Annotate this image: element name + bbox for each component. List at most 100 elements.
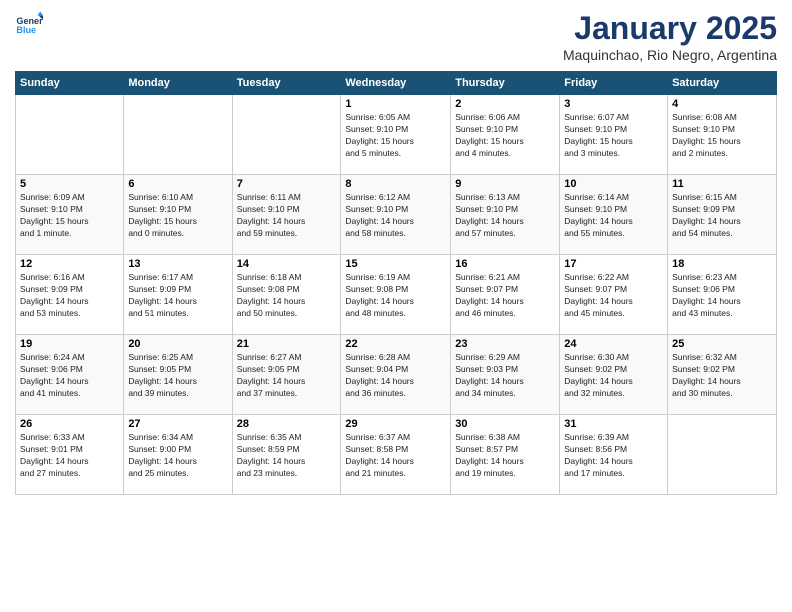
day-info: Sunrise: 6:06 AM Sunset: 9:10 PM Dayligh… <box>455 112 555 160</box>
calendar-cell: 31Sunrise: 6:39 AM Sunset: 8:56 PM Dayli… <box>560 415 668 495</box>
calendar-cell: 8 Sunrise: 6:12 AM Sunset: 9:10 PM Daylig… <box>341 175 451 255</box>
day-info: Sunrise: 6:13 AM Sunset: 9:10 PM Dayligh… <box>455 192 555 240</box>
day-info: Sunrise: 6:34 AM Sunset: 9:00 PM Dayligh… <box>128 432 227 480</box>
calendar-cell: 16 Sunrise: 6:21 AM Sunset: 9:07 PM Dayli… <box>451 255 560 335</box>
day-number: 23 <box>455 338 555 350</box>
calendar-cell: 24 Sunrise: 6:30 AM Sunset: 9:02 PM Dayli… <box>560 335 668 415</box>
calendar-cell <box>16 95 124 175</box>
day-number: 14 <box>237 258 337 270</box>
calendar-cell: 30 Sunrise: 6:38 AM Sunset: 8:57 PM Dayli… <box>451 415 560 495</box>
calendar-table: SundayMondayTuesdayWednesdayThursdayFrid… <box>15 71 777 495</box>
calendar-cell: 9 Sunrise: 6:13 AM Sunset: 9:10 PM Daylig… <box>451 175 560 255</box>
day-number: 9 <box>455 178 555 190</box>
calendar-cell: 2 Sunrise: 6:06 AM Sunset: 9:10 PM Daylig… <box>451 95 560 175</box>
week-row: 26Sunrise: 6:33 AM Sunset: 9:01 PM Dayli… <box>16 415 777 495</box>
day-number: 29 <box>345 418 446 430</box>
day-info: Sunrise: 6:29 AM Sunset: 9:03 PM Dayligh… <box>455 352 555 400</box>
day-info: Sunrise: 6:15 AM Sunset: 9:09 PM Dayligh… <box>672 192 772 240</box>
day-number: 10 <box>564 178 663 190</box>
day-number: 17 <box>564 258 663 270</box>
calendar-cell: 7 Sunrise: 6:11 AM Sunset: 9:10 PM Daylig… <box>232 175 341 255</box>
day-info: Sunrise: 6:32 AM Sunset: 9:02 PM Dayligh… <box>672 352 772 400</box>
day-header: Thursday <box>451 72 560 95</box>
day-info: Sunrise: 6:37 AM Sunset: 8:58 PM Dayligh… <box>345 432 446 480</box>
calendar-cell <box>124 95 232 175</box>
calendar-cell: 15 Sunrise: 6:19 AM Sunset: 9:08 PM Dayli… <box>341 255 451 335</box>
calendar-cell: 27 Sunrise: 6:34 AM Sunset: 9:00 PM Dayli… <box>124 415 232 495</box>
calendar-cell: 19Sunrise: 6:24 AM Sunset: 9:06 PM Dayli… <box>16 335 124 415</box>
day-info: Sunrise: 6:23 AM Sunset: 9:06 PM Dayligh… <box>672 272 772 320</box>
day-info: Sunrise: 6:16 AM Sunset: 9:09 PM Dayligh… <box>20 272 119 320</box>
calendar-cell: 28 Sunrise: 6:35 AM Sunset: 8:59 PM Dayli… <box>232 415 341 495</box>
day-info: Sunrise: 6:05 AM Sunset: 9:10 PM Dayligh… <box>345 112 446 160</box>
day-info: Sunrise: 6:38 AM Sunset: 8:57 PM Dayligh… <box>455 432 555 480</box>
calendar-cell: 18 Sunrise: 6:23 AM Sunset: 9:06 PM Dayli… <box>668 255 777 335</box>
day-info: Sunrise: 6:27 AM Sunset: 9:05 PM Dayligh… <box>237 352 337 400</box>
calendar-cell: 21Sunrise: 6:27 AM Sunset: 9:05 PM Dayli… <box>232 335 341 415</box>
day-number: 6 <box>128 178 227 190</box>
day-number: 5 <box>20 178 119 190</box>
subtitle: Maquinchao, Rio Negro, Argentina <box>563 47 777 63</box>
day-info: Sunrise: 6:18 AM Sunset: 9:08 PM Dayligh… <box>237 272 337 320</box>
calendar-cell: 26Sunrise: 6:33 AM Sunset: 9:01 PM Dayli… <box>16 415 124 495</box>
day-number: 22 <box>345 338 446 350</box>
calendar-cell: 14 Sunrise: 6:18 AM Sunset: 9:08 PM Dayli… <box>232 255 341 335</box>
calendar-cell: 5Sunrise: 6:09 AM Sunset: 9:10 PM Daylig… <box>16 175 124 255</box>
calendar-container: General Blue January 2025 Maquinchao, Ri… <box>0 0 792 505</box>
day-info: Sunrise: 6:19 AM Sunset: 9:08 PM Dayligh… <box>345 272 446 320</box>
week-row: 19Sunrise: 6:24 AM Sunset: 9:06 PM Dayli… <box>16 335 777 415</box>
logo: General Blue <box>15 10 43 38</box>
day-number: 28 <box>237 418 337 430</box>
day-header: Wednesday <box>341 72 451 95</box>
month-title: January 2025 <box>563 10 777 47</box>
day-info: Sunrise: 6:33 AM Sunset: 9:01 PM Dayligh… <box>20 432 119 480</box>
day-number: 30 <box>455 418 555 430</box>
header-row: SundayMondayTuesdayWednesdayThursdayFrid… <box>16 72 777 95</box>
calendar-cell: 6Sunrise: 6:10 AM Sunset: 9:10 PM Daylig… <box>124 175 232 255</box>
day-number: 13 <box>128 258 227 270</box>
calendar-cell <box>668 415 777 495</box>
logo-icon: General Blue <box>15 10 43 38</box>
day-info: Sunrise: 6:22 AM Sunset: 9:07 PM Dayligh… <box>564 272 663 320</box>
day-number: 1 <box>345 98 446 110</box>
day-info: Sunrise: 6:11 AM Sunset: 9:10 PM Dayligh… <box>237 192 337 240</box>
day-info: Sunrise: 6:28 AM Sunset: 9:04 PM Dayligh… <box>345 352 446 400</box>
week-row: 5Sunrise: 6:09 AM Sunset: 9:10 PM Daylig… <box>16 175 777 255</box>
day-number: 27 <box>128 418 227 430</box>
calendar-cell: 10Sunrise: 6:14 AM Sunset: 9:10 PM Dayli… <box>560 175 668 255</box>
calendar-cell: 25 Sunrise: 6:32 AM Sunset: 9:02 PM Dayli… <box>668 335 777 415</box>
calendar-cell: 3 Sunrise: 6:07 AM Sunset: 9:10 PM Daylig… <box>560 95 668 175</box>
day-number: 8 <box>345 178 446 190</box>
day-info: Sunrise: 6:07 AM Sunset: 9:10 PM Dayligh… <box>564 112 663 160</box>
day-header: Saturday <box>668 72 777 95</box>
day-info: Sunrise: 6:17 AM Sunset: 9:09 PM Dayligh… <box>128 272 227 320</box>
day-number: 15 <box>345 258 446 270</box>
day-number: 24 <box>564 338 663 350</box>
day-number: 12 <box>20 258 119 270</box>
calendar-cell: 29 Sunrise: 6:37 AM Sunset: 8:58 PM Dayli… <box>341 415 451 495</box>
day-number: 2 <box>455 98 555 110</box>
day-info: Sunrise: 6:25 AM Sunset: 9:05 PM Dayligh… <box>128 352 227 400</box>
day-info: Sunrise: 6:35 AM Sunset: 8:59 PM Dayligh… <box>237 432 337 480</box>
day-info: Sunrise: 6:08 AM Sunset: 9:10 PM Dayligh… <box>672 112 772 160</box>
day-number: 18 <box>672 258 772 270</box>
calendar-cell: 12 Sunrise: 6:16 AM Sunset: 9:09 PM Dayli… <box>16 255 124 335</box>
week-row: 12 Sunrise: 6:16 AM Sunset: 9:09 PM Dayli… <box>16 255 777 335</box>
day-number: 20 <box>128 338 227 350</box>
day-header: Tuesday <box>232 72 341 95</box>
day-header: Monday <box>124 72 232 95</box>
calendar-cell: 20 Sunrise: 6:25 AM Sunset: 9:05 PM Dayli… <box>124 335 232 415</box>
day-info: Sunrise: 6:24 AM Sunset: 9:06 PM Dayligh… <box>20 352 119 400</box>
day-number: 31 <box>564 418 663 430</box>
calendar-cell: 22 Sunrise: 6:28 AM Sunset: 9:04 PM Dayli… <box>341 335 451 415</box>
svg-text:Blue: Blue <box>16 25 36 35</box>
day-number: 3 <box>564 98 663 110</box>
day-info: Sunrise: 6:12 AM Sunset: 9:10 PM Dayligh… <box>345 192 446 240</box>
header: General Blue January 2025 Maquinchao, Ri… <box>15 10 777 63</box>
day-number: 7 <box>237 178 337 190</box>
day-number: 4 <box>672 98 772 110</box>
day-info: Sunrise: 6:30 AM Sunset: 9:02 PM Dayligh… <box>564 352 663 400</box>
day-number: 25 <box>672 338 772 350</box>
day-number: 16 <box>455 258 555 270</box>
day-info: Sunrise: 6:21 AM Sunset: 9:07 PM Dayligh… <box>455 272 555 320</box>
